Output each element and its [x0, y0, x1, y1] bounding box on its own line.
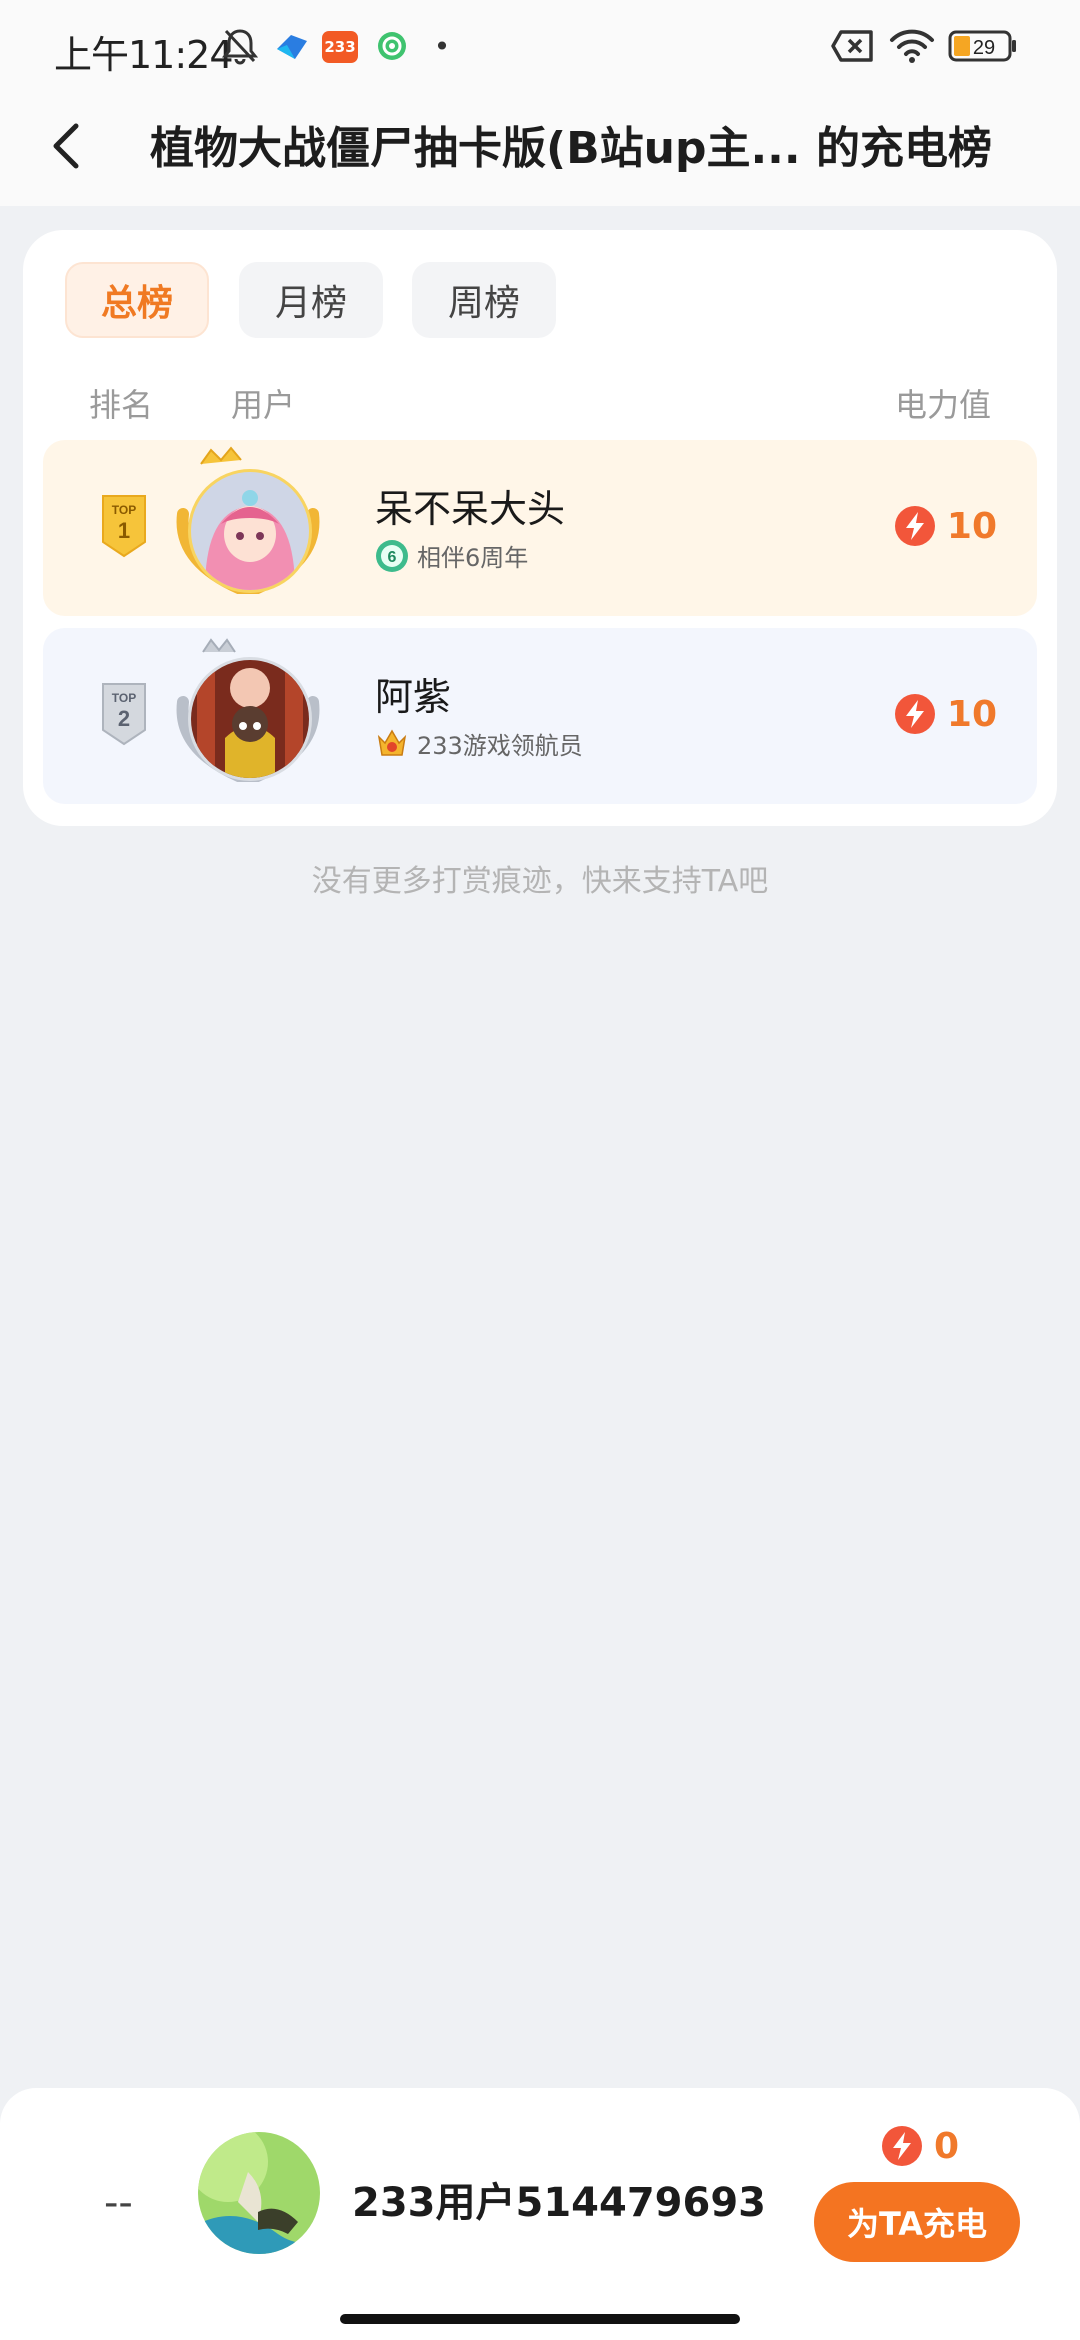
rank-badge-silver: TOP 2: [99, 680, 149, 748]
tab-monthly[interactable]: 月榜: [239, 262, 383, 338]
my-power-number: 0: [934, 2125, 960, 2167]
power-number: 10: [946, 693, 997, 735]
avatar: [191, 472, 309, 590]
my-name: 233用户514479693: [352, 2180, 766, 2226]
header: 植物大战僵尸抽卡版(B站up主... 的充电榜: [0, 96, 1080, 206]
column-user: 用户: [231, 386, 296, 424]
anniversary-badge-number: 6: [388, 549, 397, 566]
power-value: 10: [893, 692, 997, 736]
my-rank: --: [104, 2180, 133, 2226]
charge-button[interactable]: 为TA充电: [814, 2182, 1020, 2262]
page-title: 植物大战僵尸抽卡版(B站up主...: [150, 123, 801, 174]
status-bar: 上午11:24 233 • 29: [0, 0, 1080, 96]
my-avatar[interactable]: [198, 2132, 320, 2254]
power-number: 10: [946, 505, 997, 547]
app-notification-icon: [274, 26, 310, 66]
battery-icon: 29: [948, 26, 1018, 66]
column-rank: 排名: [89, 386, 154, 424]
ranking-row[interactable]: TOP 1 呆不呆大头 6 相伴6周年 10: [43, 440, 1037, 616]
more-dot-icon: •: [433, 29, 451, 63]
column-power: 电力值: [894, 386, 991, 424]
rank-top-label: TOP: [112, 503, 136, 517]
user-badge-text: 相伴6周年: [417, 544, 529, 572]
my-power: 0: [880, 2124, 959, 2168]
user-badge-text: 233游戏领航员: [417, 732, 583, 760]
battery-level: 29: [973, 37, 995, 59]
bell-muted-icon: [220, 26, 260, 66]
user-badge-line: 6 相伴6周年: [375, 538, 528, 573]
rank-number: 2: [118, 706, 130, 731]
avatar: [191, 660, 309, 778]
status-time: 上午11:24: [54, 33, 234, 77]
power-value: 10: [893, 504, 997, 548]
anniversary-badge-icon: 6: [376, 539, 408, 572]
rank-number: 1: [118, 518, 130, 543]
lightning-icon: [894, 694, 935, 734]
navigator-badge-icon: [377, 729, 407, 756]
user-badge-line: 233游戏领航员: [375, 726, 583, 761]
ranking-row[interactable]: TOP 2 阿紫 233游戏领航员 10: [43, 628, 1037, 804]
wifi-icon: [888, 26, 936, 66]
avatar-frame[interactable]: [173, 632, 323, 782]
lightning-icon: [882, 2126, 922, 2166]
back-arrow-icon[interactable]: [40, 116, 90, 176]
top-area: 上午11:24 233 • 29 植物大战僵尸抽卡版(B站up主... 的充电榜: [0, 0, 1080, 206]
page-title-suffix: 的充电榜: [816, 123, 992, 174]
empty-hint: 没有更多打赏痕迹，快来支持TA吧: [311, 864, 769, 899]
my-rank-bar: -- 233用户514479693 0 为TA充电: [0, 2088, 1080, 2340]
sim-card-icon: [830, 26, 876, 66]
rank-badge-gold: TOP 1: [99, 492, 149, 560]
app-circle-icon: [374, 26, 410, 66]
tab-total[interactable]: 总榜: [65, 262, 209, 338]
user-name: 呆不呆大头: [375, 487, 566, 531]
user-name: 阿紫: [375, 675, 452, 719]
avatar-frame[interactable]: [173, 444, 323, 594]
tab-weekly[interactable]: 周榜: [412, 262, 556, 338]
rank-top-label: TOP: [112, 691, 136, 705]
app-233-icon: 233: [322, 31, 358, 63]
leaderboard-card: 总榜 月榜 周榜 排名 用户 电力值 TOP 1 呆不呆大头 6 相伴6周年 1…: [23, 230, 1057, 826]
home-indicator[interactable]: [340, 2314, 740, 2324]
lightning-icon: [894, 506, 935, 546]
